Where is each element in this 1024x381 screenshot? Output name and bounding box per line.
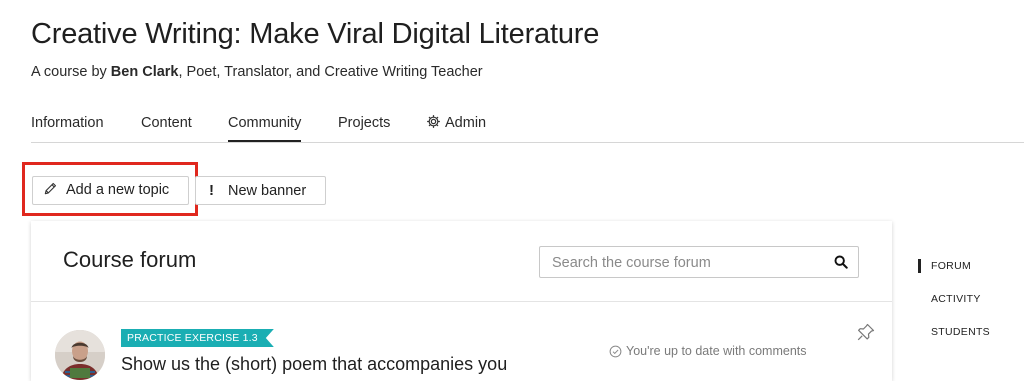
forum-title: Course forum xyxy=(63,247,197,272)
card-divider xyxy=(31,301,892,302)
gear-icon xyxy=(426,110,441,140)
topic-tag: PRACTICE EXERCISE 1.3 xyxy=(121,329,274,347)
tab-information[interactable]: Information xyxy=(31,108,104,141)
pencil-icon xyxy=(43,179,58,206)
course-title: Creative Writing: Make Viral Digital Lit… xyxy=(31,18,600,50)
tab-community[interactable]: Community xyxy=(228,108,302,142)
up-to-date-status: You're up to date with comments xyxy=(609,344,807,361)
tab-admin[interactable]: Admin xyxy=(426,108,486,141)
forum-card: Course forum PRACTICE EXERCISE 1.3 Show … xyxy=(31,221,892,381)
author-name[interactable]: Ben Clark xyxy=(111,64,179,80)
course-byline: A course by Ben Clark, Poet, Translator,… xyxy=(31,64,483,80)
side-nav-activity[interactable]: ACTIVITY xyxy=(918,291,981,307)
byline-suffix: , Poet, Translator, and Creative Writing… xyxy=(178,64,483,80)
up-to-date-label: You're up to date with comments xyxy=(626,344,807,358)
check-circle-icon xyxy=(609,345,622,361)
forum-search xyxy=(539,246,859,278)
side-nav-students[interactable]: STUDENTS xyxy=(918,324,990,340)
side-nav-forum[interactable]: FORUM xyxy=(918,258,971,274)
course-tabs: Information Content Community Projects A… xyxy=(31,108,1024,143)
tab-content[interactable]: Content xyxy=(141,108,192,141)
tab-projects[interactable]: Projects xyxy=(338,108,390,141)
add-topic-button[interactable]: Add a new topic xyxy=(32,176,189,205)
avatar[interactable] xyxy=(55,330,105,380)
byline-prefix: A course by xyxy=(31,64,111,80)
topic-title[interactable]: Show us the (short) poem that accompanie… xyxy=(121,354,507,375)
pin-icon[interactable] xyxy=(856,322,876,347)
add-topic-label: Add a new topic xyxy=(66,182,170,198)
new-banner-label: New banner xyxy=(228,183,307,199)
search-icon[interactable] xyxy=(834,255,848,274)
search-input[interactable] xyxy=(552,253,822,273)
new-banner-button[interactable]: ! New banner xyxy=(195,176,326,205)
exclamation-icon: ! xyxy=(209,182,214,199)
tab-admin-label: Admin xyxy=(445,115,487,131)
